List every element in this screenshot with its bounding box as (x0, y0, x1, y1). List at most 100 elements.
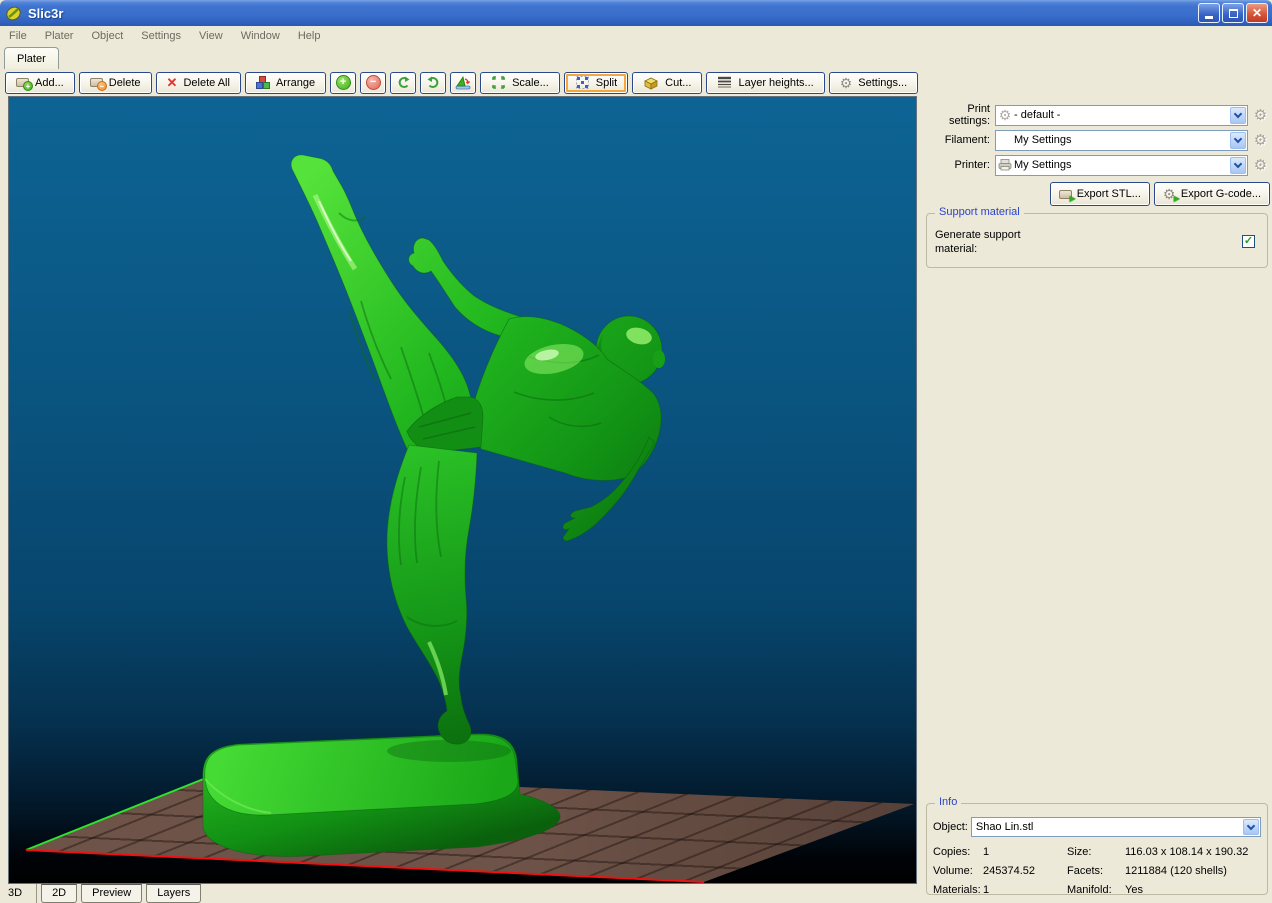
printer-label: Printer: (954, 159, 990, 171)
view-tabs: 3D 2D Preview Layers (0, 884, 925, 903)
layer-heights-button[interactable]: Layer heights... (706, 71, 825, 94)
tab-row: Plater (0, 46, 1272, 69)
print-settings-gear-button[interactable]: ⚙ (1252, 106, 1269, 124)
slic3r-logo-icon (6, 6, 21, 20)
tab-2d[interactable]: 2D (41, 884, 78, 903)
rotate-ccw-button[interactable] (390, 71, 417, 94)
info-grid: Copies: 1 Size: 116.03 x 108.14 x 190.32… (933, 846, 1263, 896)
brick-remove-icon: − (89, 78, 107, 91)
add-button[interactable]: + Add... (5, 71, 75, 94)
export-gcode-icon: ⚙ ▶ (1162, 185, 1180, 203)
slic3r-window: { "window": { "title": "Slic3r" }, "icon… (0, 0, 1272, 903)
menu-object[interactable]: Object (82, 28, 132, 44)
export-gcode-button[interactable]: ⚙ ▶ Export G-code... (1153, 182, 1270, 206)
close-button[interactable]: ✕ (1246, 3, 1268, 23)
decrease-copies-button[interactable]: − (360, 71, 387, 94)
generate-support-checkbox[interactable]: ✓ (1242, 235, 1255, 248)
tab-3d[interactable]: 3D (0, 884, 38, 903)
menu-window[interactable]: Window (232, 28, 289, 44)
preset-gear-icon: ⚙ (998, 107, 1012, 123)
scale-arrows-icon (492, 76, 505, 89)
viewport-3d[interactable] (8, 96, 917, 884)
arrange-icon (255, 76, 270, 89)
shaolin-model (202, 154, 665, 857)
generate-support-label: Generate support material: (935, 229, 1021, 255)
arrange-button[interactable]: Arrange (244, 71, 327, 94)
manifold-value: Yes (1125, 884, 1143, 896)
print-settings-value: - default - (1014, 109, 1061, 121)
settings-panel: Print settings: ⚙ - default - ⚙ Filament… (925, 96, 1272, 903)
layer-heights-icon (718, 76, 732, 88)
increase-copies-button[interactable]: + (330, 71, 357, 94)
delete-all-button[interactable]: ✕ Delete All (155, 71, 241, 94)
size-value: 116.03 x 108.14 x 190.32 (1125, 846, 1249, 858)
split-button[interactable]: Split (563, 71, 629, 94)
export-stl-button[interactable]: ▶ Export STL... (1049, 182, 1150, 206)
volume-value: 245374.52 (983, 865, 1035, 877)
title-bar[interactable]: Slic3r ✕ (0, 0, 1272, 26)
chevron-down-icon (1246, 821, 1256, 830)
rotate-cw-icon (427, 76, 438, 88)
filament-gear-button[interactable]: ⚙ (1252, 131, 1269, 149)
rotate-dialog-button[interactable] (450, 71, 477, 94)
filament-dropdown-button[interactable] (1230, 131, 1246, 149)
print-settings-label: Print settings: (949, 103, 990, 127)
minimize-icon (1205, 16, 1213, 19)
menu-file[interactable]: File (0, 28, 36, 44)
minimize-button[interactable] (1198, 3, 1220, 23)
rotate-dialog-icon (455, 75, 471, 90)
rotate-ccw-icon (398, 76, 410, 88)
size-label: Size: (1067, 846, 1092, 858)
object-dropdown-button[interactable] (1243, 819, 1259, 835)
settings-button[interactable]: ⚙ Settings... (828, 71, 919, 94)
printer-combo[interactable]: My Settings (995, 154, 1248, 176)
scale-button[interactable]: Scale... (480, 71, 560, 94)
split-icon (575, 76, 589, 89)
printer-icon (998, 159, 1012, 171)
export-stl-icon: ▶ (1058, 189, 1076, 202)
tab-preview[interactable]: Preview (81, 884, 143, 903)
object-combo[interactable]: Shao Lin.stl (970, 817, 1261, 837)
printer-gear-button[interactable]: ⚙ (1252, 156, 1269, 174)
check-icon: ✓ (1243, 235, 1254, 247)
red-x-icon: ✕ (166, 75, 178, 90)
minus-circle-icon: − (365, 75, 381, 90)
menu-help[interactable]: Help (289, 28, 330, 44)
restore-button[interactable] (1222, 3, 1244, 23)
window-title: Slic3r (28, 5, 64, 21)
x-axis-line (25, 849, 705, 883)
filament-value: My Settings (1014, 134, 1072, 146)
tab-layers[interactable]: Layers (146, 884, 202, 903)
object-label: Object: (933, 821, 968, 833)
filament-combo[interactable]: My Settings (995, 129, 1248, 151)
cut-button[interactable]: Cut... (632, 71, 703, 94)
menu-view[interactable]: View (190, 28, 232, 44)
filament-label: Filament: (944, 134, 990, 146)
y-axis-line (25, 773, 217, 851)
printer-value: My Settings (1014, 159, 1072, 171)
rotate-cw-button[interactable] (420, 71, 447, 94)
facets-value: 1211884 (120 shells) (1125, 865, 1227, 877)
printer-dropdown-button[interactable] (1230, 156, 1246, 174)
facets-label: Facets: (1067, 865, 1104, 877)
tab-plater[interactable]: Plater (4, 47, 59, 69)
chevron-down-icon (1233, 134, 1243, 143)
chevron-down-icon (1233, 109, 1243, 118)
manifold-label: Manifold: (1067, 884, 1112, 896)
cut-box-icon (644, 77, 659, 90)
volume-label: Volume: (933, 865, 973, 877)
object-value: Shao Lin.stl (975, 821, 1034, 833)
copies-label: Copies: (933, 846, 971, 858)
toolbar: + Add... − Delete ✕ Delete All Arrange +… (0, 69, 1272, 96)
menu-plater[interactable]: Plater (36, 28, 83, 44)
close-icon: ✕ (1251, 6, 1263, 20)
menu-settings[interactable]: Settings (132, 28, 190, 44)
gear-icon: ⚙ (839, 74, 853, 91)
delete-button[interactable]: − Delete (78, 71, 152, 94)
print-settings-combo[interactable]: ⚙ - default - (995, 104, 1248, 126)
materials-value: 1 (983, 884, 990, 896)
restore-icon (1228, 8, 1238, 18)
support-material-title: Support material (935, 206, 1024, 218)
info-title: Info (935, 796, 962, 808)
print-settings-dropdown-button[interactable] (1230, 106, 1246, 124)
